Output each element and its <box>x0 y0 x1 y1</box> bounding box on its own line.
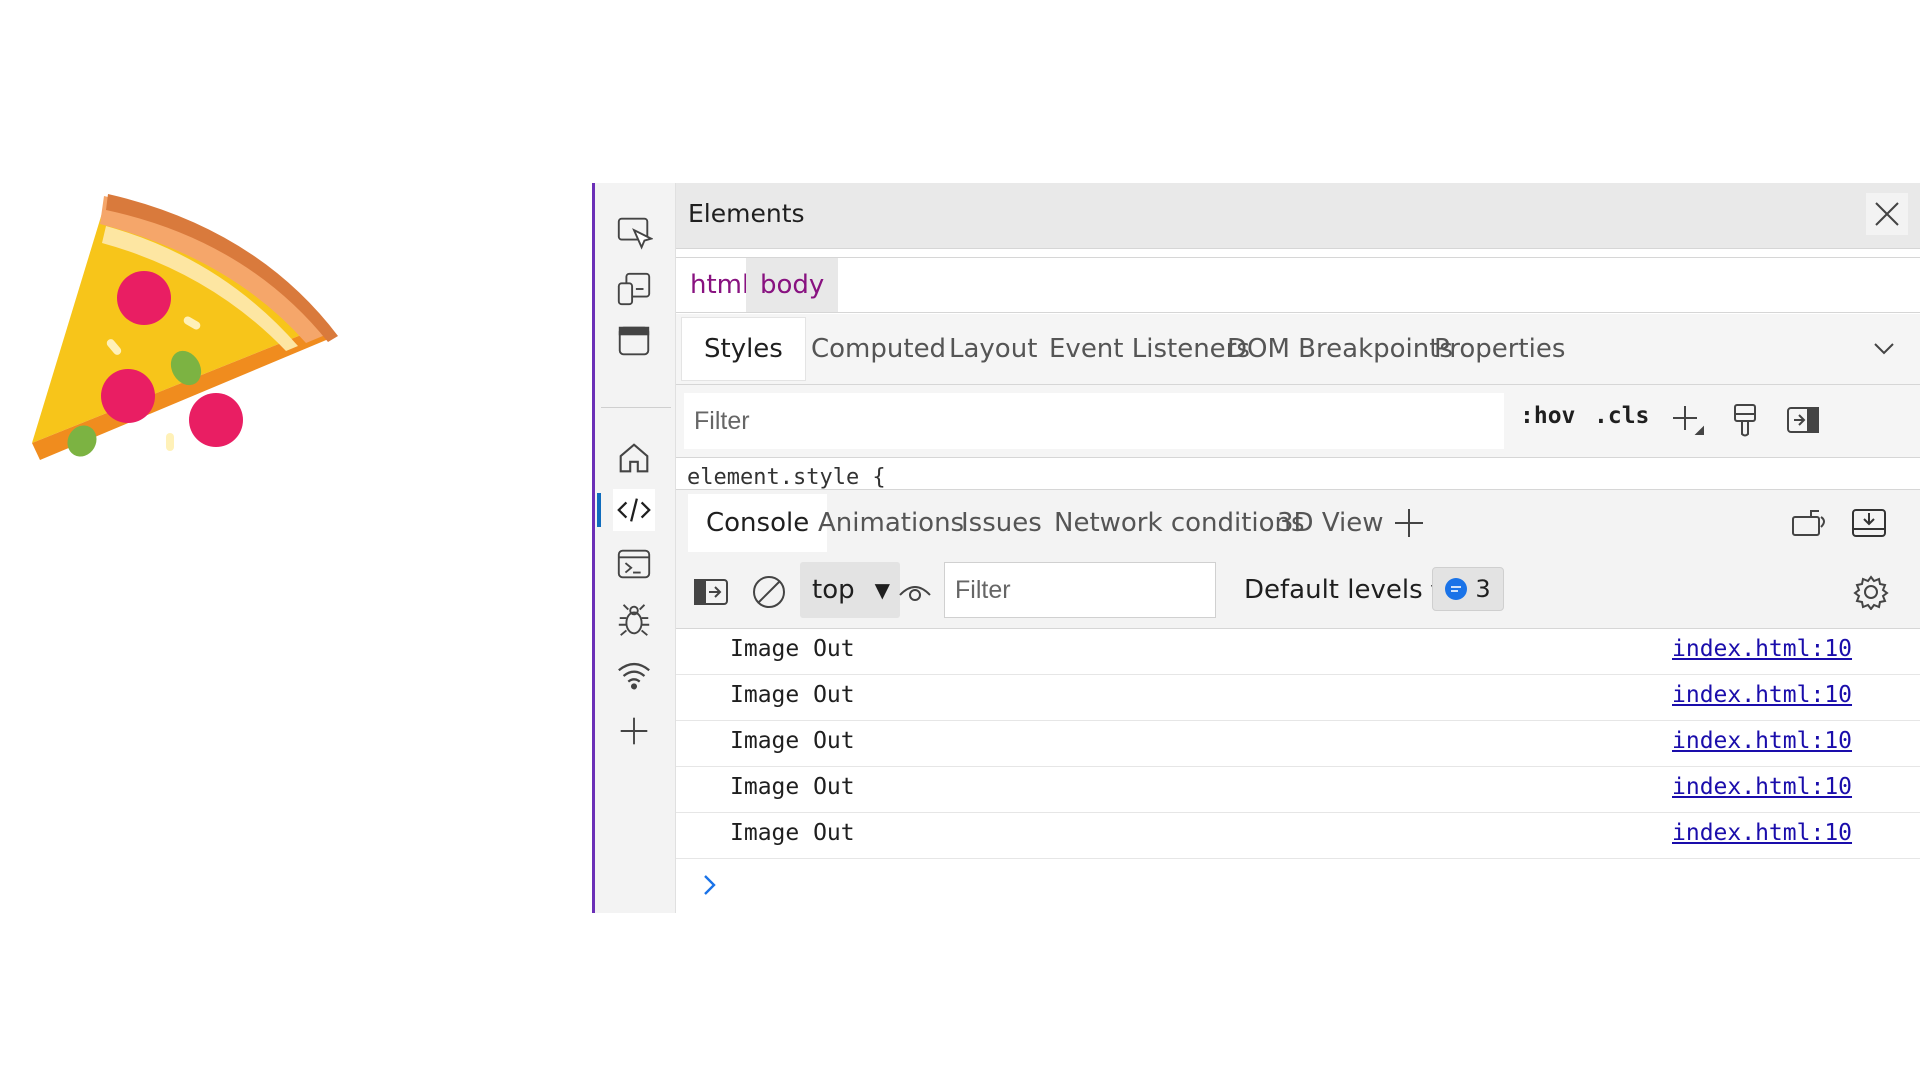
drawer-tabbar: Console Animations Issues Network condit… <box>676 489 1920 557</box>
device-emulation-icon[interactable] <box>613 268 655 310</box>
move-to-bottom-icon[interactable] <box>1851 507 1887 539</box>
browser-window-icon[interactable] <box>613 320 655 362</box>
console-source-link[interactable]: index.html:10 <box>1672 774 1852 800</box>
breadcrumb-body[interactable]: body <box>746 258 839 312</box>
elements-panel-header: Elements <box>676 183 1920 249</box>
live-expression-eye-icon[interactable] <box>892 569 938 615</box>
message-bubble-icon <box>1445 578 1468 600</box>
paint-brush-icon[interactable] <box>1722 397 1768 443</box>
add-tab-icon[interactable] <box>1393 507 1425 539</box>
messages-count-badge[interactable]: 3 <box>1432 567 1504 611</box>
breadcrumb: html body <box>676 257 1920 313</box>
home-icon[interactable] <box>613 437 655 479</box>
debugger-bug-icon[interactable] <box>613 599 655 641</box>
tab-3d-view[interactable]: 3D View <box>1259 494 1402 552</box>
add-tool-icon[interactable] <box>613 710 655 752</box>
inspect-element-icon[interactable] <box>613 211 655 253</box>
log-levels-dropdown[interactable]: Default levels ▼ <box>1244 562 1446 618</box>
log-levels-label: Default levels <box>1244 575 1423 605</box>
elements-tool-icon[interactable] <box>597 489 655 531</box>
context-selector[interactable]: top ▼ <box>800 562 900 618</box>
network-wifi-icon[interactable] <box>613 654 655 696</box>
toggle-sidebar-icon[interactable] <box>1780 397 1826 443</box>
new-style-rule-icon[interactable] <box>1664 397 1710 443</box>
class-toggle-button[interactable]: .cls <box>1594 403 1649 429</box>
console-message-text: Image Out <box>730 774 855 800</box>
console-message-row: Image Out index.html:10 <box>676 629 1920 675</box>
console-message-row: Image Out index.html:10 <box>676 813 1920 859</box>
console-tool-icon[interactable] <box>613 543 655 585</box>
close-button[interactable] <box>1866 193 1908 235</box>
styles-tabbar: Styles Computed Layout Event Listeners D… <box>676 314 1920 385</box>
activity-bar <box>595 183 676 913</box>
messages-count: 3 <box>1475 575 1491 603</box>
dock-side-icon[interactable] <box>1791 507 1829 539</box>
console-prompt-chevron-icon[interactable] <box>696 871 724 899</box>
console-message-text: Image Out <box>730 636 855 662</box>
console-source-link[interactable]: index.html:10 <box>1672 636 1852 662</box>
styles-filter-input[interactable] <box>684 393 1504 449</box>
chevron-down-icon[interactable] <box>1873 342 1895 356</box>
tab-styles[interactable]: Styles <box>682 318 805 380</box>
clear-console-icon[interactable] <box>746 569 792 615</box>
console-message-text: Image Out <box>730 820 855 846</box>
tab-properties[interactable]: Properties <box>1412 318 1587 380</box>
console-source-link[interactable]: index.html:10 <box>1672 820 1852 846</box>
console-source-link[interactable]: index.html:10 <box>1672 682 1852 708</box>
elements-panel-title: Elements <box>688 199 805 228</box>
close-icon <box>1875 202 1899 226</box>
console-filter-input[interactable] <box>944 562 1216 618</box>
caret-down-icon: ▼ <box>874 578 890 602</box>
console-messages: Image Out index.html:10 Image Out index.… <box>676 629 1920 859</box>
show-sidebar-icon[interactable] <box>688 569 734 615</box>
console-message-row: Image Out index.html:10 <box>676 767 1920 813</box>
console-settings-gear-icon[interactable] <box>1848 569 1894 615</box>
devtools-panel: Elements html body Styles Computed Layou… <box>592 183 1920 913</box>
console-toolbar: top ▼ Default levels ▼ 3 <box>676 556 1920 629</box>
console-message-text: Image Out <box>730 728 855 754</box>
pizza-slice-image <box>32 194 338 460</box>
activity-separator <box>601 407 671 408</box>
hover-state-button[interactable]: :hov <box>1520 403 1575 429</box>
styles-filter-bar: :hov .cls <box>676 385 1920 458</box>
console-message-text: Image Out <box>730 682 855 708</box>
context-selector-value: top <box>812 575 855 605</box>
element-style-rule: element.style { <box>687 465 886 490</box>
console-source-link[interactable]: index.html:10 <box>1672 728 1852 754</box>
console-message-row: Image Out index.html:10 <box>676 721 1920 767</box>
console-message-row: Image Out index.html:10 <box>676 675 1920 721</box>
